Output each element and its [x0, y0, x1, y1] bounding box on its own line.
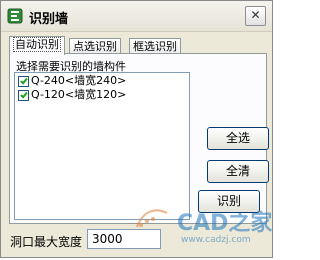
tab-label: 框选识别 — [133, 40, 177, 53]
tab-label: 点选识别 — [73, 40, 117, 53]
wall-component-list[interactable]: Q-240<墙宽240> Q-120<墙宽120> — [14, 72, 190, 220]
identify-button[interactable]: 识别 — [198, 190, 260, 213]
watermark-url: www.cadzj.com — [181, 235, 251, 245]
checkbox[interactable] — [18, 76, 29, 87]
close-button[interactable]: ✕ — [245, 6, 266, 26]
list-item-label: Q-120<墙宽120> — [31, 88, 127, 101]
clear-all-button[interactable]: 全清 — [207, 160, 269, 183]
list-item[interactable]: Q-240<墙宽240> — [15, 74, 189, 88]
title-bar[interactable]: 识别墙 ✕ — [1, 1, 272, 32]
list-item-label: Q-240<墙宽240> — [31, 74, 127, 87]
tab-point-identify[interactable]: 点选识别 — [69, 38, 121, 54]
window-title: 识别墙 — [29, 12, 69, 27]
opening-width-input[interactable]: 3000 — [87, 229, 161, 249]
tab-box-identify[interactable]: 框选识别 — [129, 38, 181, 54]
select-all-button[interactable]: 全选 — [207, 127, 269, 150]
app-icon — [7, 8, 23, 24]
tab-label: 自动识别 — [13, 37, 61, 52]
tab-auto-identify[interactable]: 自动识别 — [9, 36, 65, 55]
dialog-window: 识别墙 ✕ 自动识别 点选识别 框选识别 选择需要识别的墙构件 Q-240<墙宽… — [0, 0, 273, 258]
checkbox[interactable] — [18, 90, 29, 101]
opening-width-label: 洞口最大宽度 — [10, 235, 83, 249]
list-item[interactable]: Q-120<墙宽120> — [15, 88, 189, 102]
